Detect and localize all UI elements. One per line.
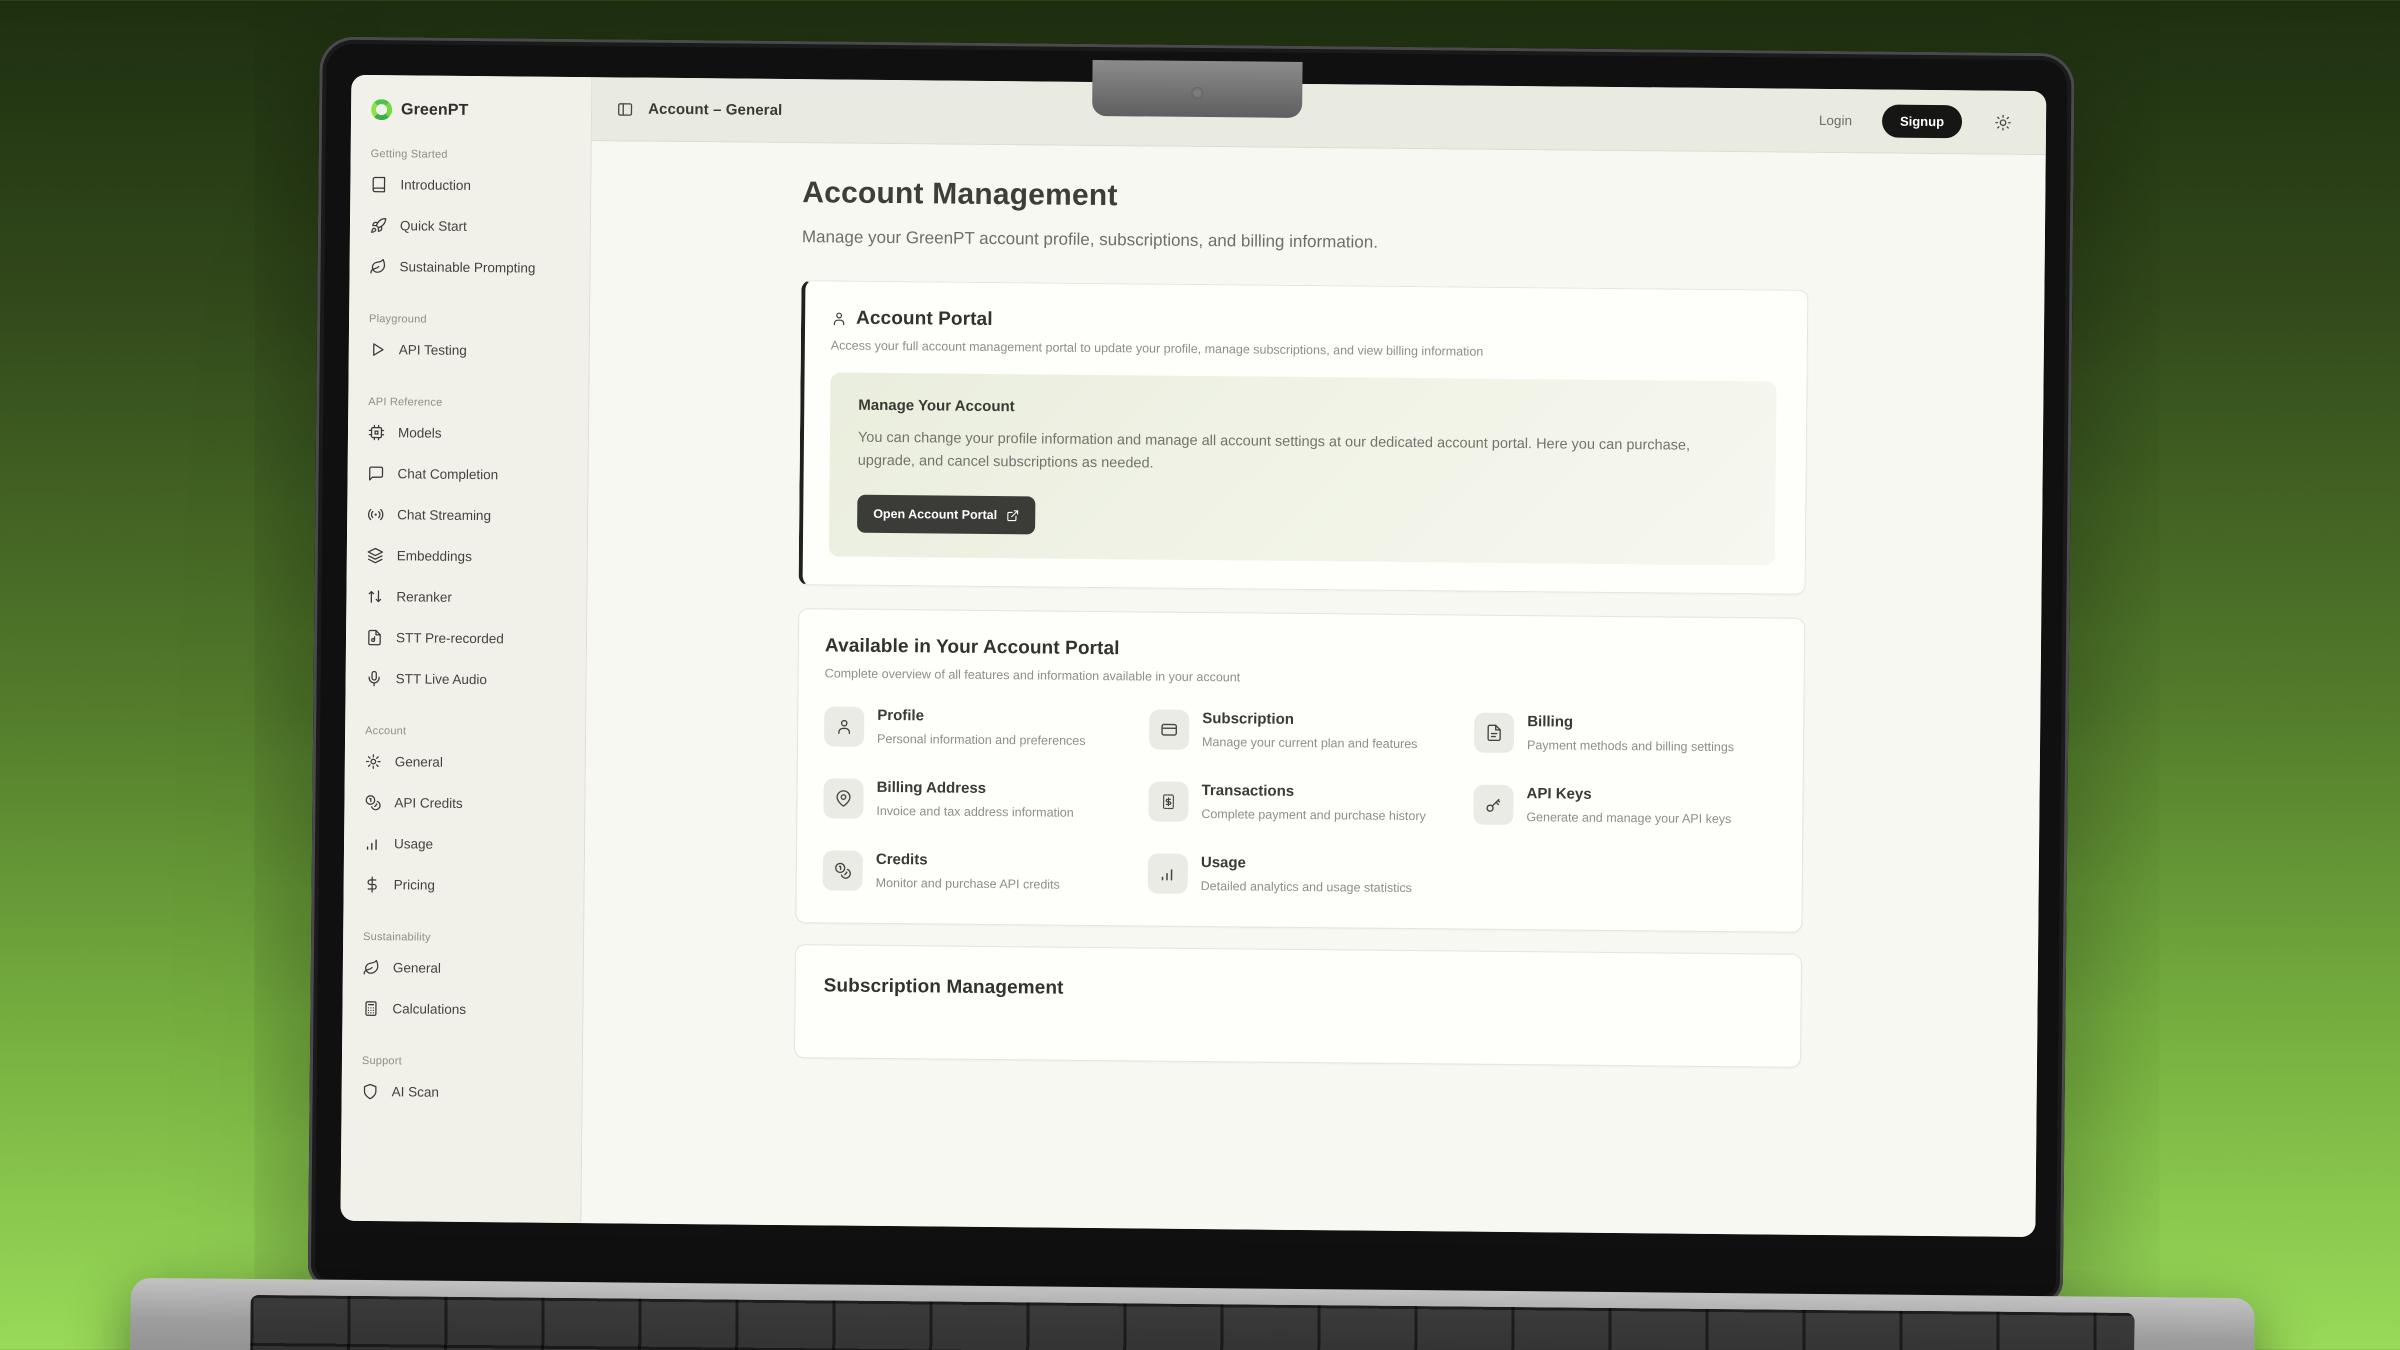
page-breadcrumb: Account – General [648,101,782,119]
theme-toggle-sun-icon[interactable] [1994,113,2012,131]
laptop-mockup: GreenPT Getting Started Introduction Qui… [0,0,2400,1350]
sidebar-item-sustainability-general[interactable]: General [361,947,567,990]
manage-account-panel: Manage Your Account You can change your … [829,372,1777,565]
account-portal-card: Account Portal Access your full account … [799,280,1809,595]
book-icon [370,176,387,193]
audio-file-icon [366,629,383,646]
manage-account-body: You can change your profile information … [858,427,1708,482]
account-portal-title: Account Portal [856,308,993,331]
broadcast-icon [367,506,384,523]
sidebar-section-account: Account [365,725,569,739]
credit-card-icon [1160,721,1178,739]
sidebar-item-stt-prerecorded[interactable]: STT Pre-recorded [364,617,570,660]
sidebar-item-stt-live-audio[interactable]: STT Live Audio [363,658,569,701]
sidebar-item-models[interactable]: Models [366,412,572,455]
map-pin-icon [834,790,852,808]
user-icon [831,310,847,326]
brand-name: GreenPT [401,101,469,120]
signup-button[interactable]: Signup [1882,105,1962,139]
app-window: GreenPT Getting Started Introduction Qui… [340,75,2046,1237]
subscription-management-card: Subscription Management [794,944,1802,1068]
feature-api-keys: API KeysGenerate and manage your API key… [1473,785,1772,830]
feature-billing: BillingPayment methods and billing setti… [1474,713,1773,758]
sidebar-item-api-testing[interactable]: API Testing [367,329,573,372]
brand-logo-icon [371,99,392,120]
laptop-screen: GreenPT Getting Started Introduction Qui… [308,37,2075,1304]
laptop-notch [1092,60,1303,118]
bar-chart-icon [364,835,381,852]
sidebar: GreenPT Getting Started Introduction Qui… [340,75,592,1223]
layers-icon [367,547,384,564]
key-icon [1484,796,1502,814]
sidebar-section-api-reference: API Reference [368,396,572,410]
coins-icon [834,861,852,879]
feature-usage: UsageDetailed analytics and usage statis… [1148,853,1447,898]
sidebar-item-calculations[interactable]: Calculations [360,988,566,1031]
receipt-icon [1159,793,1177,811]
sidebar-item-quick-start[interactable]: Quick Start [368,205,574,248]
sidebar-item-embeddings[interactable]: Embeddings [365,535,571,578]
sidebar-item-chat-completion[interactable]: Chat Completion [365,453,571,496]
features-grid: ProfilePersonal information and preferen… [823,707,1774,901]
feature-credits: CreditsMonitor and purchase API credits [823,850,1122,895]
webcam-icon [1191,87,1203,99]
sidebar-item-pricing[interactable]: Pricing [361,864,567,907]
sidebar-item-sustainable-prompting[interactable]: Sustainable Prompting [367,246,573,289]
sidebar-item-usage[interactable]: Usage [362,823,568,866]
sidebar-item-api-credits[interactable]: API Credits [362,782,568,825]
sidebar-toggle-icon[interactable] [616,100,634,118]
sidebar-section-playground: Playground [369,313,573,327]
page-title: Account Management [802,176,1809,220]
laptop-keyboard [250,1295,2135,1350]
sidebar-item-introduction[interactable]: Introduction [368,164,574,207]
feature-subscription: SubscriptionManage your current plan and… [1149,710,1448,755]
sidebar-item-reranker[interactable]: Reranker [364,576,570,619]
features-card-title: Available in Your Account Portal [825,636,1120,660]
external-link-icon [1006,509,1019,522]
feature-profile: ProfilePersonal information and preferen… [824,707,1123,752]
document-icon [1485,724,1503,742]
portal-features-card: Available in Your Account Portal Complet… [795,609,1805,933]
sort-arrows-icon [366,588,383,605]
account-portal-description: Access your full account management port… [831,338,1777,361]
feature-transactions: TransactionsComplete payment and purchas… [1148,782,1447,827]
calculator-icon [362,1000,379,1017]
microphone-icon [366,670,383,687]
page-subtitle: Manage your GreenPT account profile, sub… [802,227,1809,257]
open-account-portal-button[interactable]: Open Account Portal [857,495,1035,535]
sidebar-section-getting-started: Getting Started [371,148,575,162]
sidebar-item-ai-scan[interactable]: AI Scan [359,1071,565,1114]
brand-logo[interactable]: GreenPT [369,93,575,124]
sidebar-item-account-general[interactable]: General [363,741,569,784]
subscription-management-title: Subscription Management [824,975,1064,998]
login-link[interactable]: Login [1819,113,1852,128]
gear-icon [365,753,382,770]
user-icon [835,718,853,736]
manage-account-title: Manage Your Account [858,397,1748,423]
sidebar-section-support: Support [362,1055,566,1069]
main-content: Account Management Manage your GreenPT a… [581,141,2045,1237]
coins-icon [364,794,381,811]
features-card-subtitle: Complete overview of all features and in… [825,667,1774,690]
rocket-icon [370,217,387,234]
leaf-icon [370,258,387,275]
shield-icon [362,1083,379,1100]
play-icon [369,341,386,358]
chip-icon [368,424,385,441]
chat-bubble-icon [368,465,385,482]
dollar-icon [364,876,381,893]
leaf-icon [363,959,380,976]
sidebar-section-sustainability: Sustainability [363,931,567,945]
bar-chart-icon [1159,864,1177,882]
feature-billing-address: Billing AddressInvoice and tax address i… [823,779,1122,824]
sidebar-item-chat-streaming[interactable]: Chat Streaming [365,494,571,537]
